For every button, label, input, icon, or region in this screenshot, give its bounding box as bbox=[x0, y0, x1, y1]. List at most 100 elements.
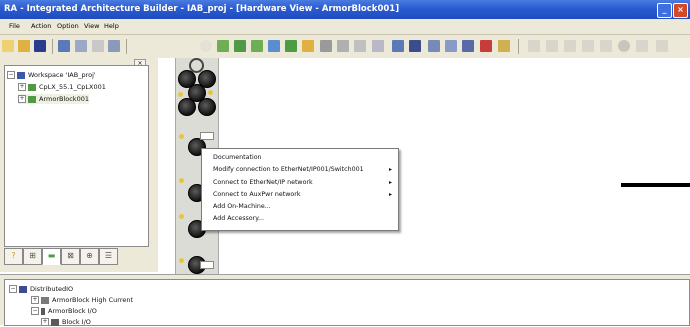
zoom-icon[interactable] bbox=[200, 40, 212, 52]
network-view-icon[interactable] bbox=[75, 40, 87, 52]
tab-help-icon[interactable]: ? bbox=[4, 248, 23, 265]
menu-bar: File Action Option View Help bbox=[0, 19, 690, 35]
tree-item-block-io[interactable]: + Block I/O bbox=[41, 317, 91, 327]
menu-item-add-on-machine[interactable]: Add On-Machine... bbox=[202, 202, 398, 212]
tree-item-controller[interactable]: + CpLX_55.1_CpLX001 bbox=[18, 82, 106, 92]
tree-item-label: ArmorBlock I/O bbox=[48, 307, 97, 315]
rectangle-icon[interactable] bbox=[564, 40, 576, 52]
submenu-arrow-icon: ▸ bbox=[388, 179, 392, 186]
tree-item-label: CpLX_55.1_CpLX001 bbox=[39, 83, 106, 91]
tab-logic-icon[interactable]: ⊕ bbox=[80, 248, 99, 265]
table-icon[interactable] bbox=[337, 40, 349, 52]
expand-icon[interactable]: + bbox=[18, 95, 26, 103]
label-slot bbox=[200, 261, 214, 269]
open-icon[interactable] bbox=[18, 40, 30, 52]
square-icon[interactable] bbox=[582, 40, 594, 52]
controller-icon bbox=[28, 83, 36, 91]
tree-item-distributed-io[interactable]: − DistributedIO bbox=[9, 284, 73, 294]
add-network-icon[interactable] bbox=[251, 40, 263, 52]
tab-hierarchy-icon[interactable]: ⊞ bbox=[23, 248, 42, 265]
image-icon[interactable] bbox=[636, 40, 648, 52]
annotation-line bbox=[621, 183, 690, 187]
menu-item-connect-ethernet[interactable]: Connect to EtherNet/IP network ▸ bbox=[202, 178, 398, 188]
menu-option[interactable]: Option bbox=[57, 22, 79, 30]
properties-icon[interactable] bbox=[445, 40, 457, 52]
collapse-icon[interactable]: − bbox=[9, 285, 17, 293]
context-menu: Documentation Modify connection to Ether… bbox=[201, 148, 399, 231]
menu-item-add-accessory[interactable]: Add Accessory... bbox=[202, 214, 398, 224]
menu-item-modify-connection[interactable]: Modify connection to EtherNet/IP001/Swit… bbox=[202, 165, 398, 175]
menu-item-connect-auxpwr[interactable]: Connect to AuxPwr network ▸ bbox=[202, 190, 398, 200]
report-icon[interactable] bbox=[108, 40, 120, 52]
close-button[interactable]: × bbox=[673, 3, 688, 18]
minimize-button[interactable]: _ bbox=[657, 3, 672, 18]
module-icon bbox=[41, 307, 45, 315]
ellipse-icon[interactable] bbox=[618, 40, 630, 52]
text-icon[interactable] bbox=[546, 40, 558, 52]
menu-item-documentation[interactable]: Documentation bbox=[202, 153, 398, 163]
menu-file[interactable]: File bbox=[9, 22, 20, 30]
tab-list-icon[interactable]: ☰ bbox=[99, 248, 118, 265]
menu-action[interactable]: Action bbox=[31, 22, 51, 30]
tab-network-icon[interactable]: ⊠ bbox=[61, 248, 80, 265]
add-module-icon[interactable] bbox=[217, 40, 229, 52]
menu-item-label: Connect to EtherNet/IP network bbox=[213, 179, 313, 186]
stop-icon[interactable] bbox=[480, 40, 492, 52]
menu-item-label: Documentation bbox=[213, 154, 262, 161]
list-icon[interactable] bbox=[92, 40, 104, 52]
tree-item-label: DistributedIO bbox=[30, 285, 74, 293]
frame-icon[interactable] bbox=[600, 40, 612, 52]
module-icon bbox=[51, 318, 59, 326]
expand-icon[interactable]: + bbox=[31, 296, 39, 304]
tree-item-label: ArmorBlock001 bbox=[39, 95, 89, 103]
tree-item-armorblock-io[interactable]: − ArmorBlock I/O bbox=[31, 306, 97, 316]
save-icon[interactable] bbox=[34, 40, 46, 52]
tree-item-armorblock[interactable]: + ArmorBlock001 bbox=[18, 94, 89, 104]
folder-icon bbox=[19, 285, 27, 293]
add-chassis-icon[interactable] bbox=[234, 40, 246, 52]
validate-icon[interactable] bbox=[462, 40, 474, 52]
window-title: RA - Integrated Architecture Builder - I… bbox=[4, 4, 400, 14]
status-led bbox=[179, 214, 184, 219]
connector-icon[interactable] bbox=[198, 98, 216, 116]
collapse-icon[interactable]: − bbox=[7, 71, 15, 79]
help-icon[interactable] bbox=[498, 40, 510, 52]
workspace-tree: − Workspace 'IAB_proj' + CpLX_55.1_CpLX0… bbox=[4, 65, 149, 247]
export-icon[interactable] bbox=[409, 40, 421, 52]
device-icon[interactable] bbox=[285, 40, 297, 52]
power-icon[interactable] bbox=[302, 40, 314, 52]
submenu-arrow-icon: ▸ bbox=[388, 191, 392, 198]
tab-hardware-icon[interactable]: ▬ bbox=[42, 248, 61, 265]
hardware-view-icon[interactable] bbox=[58, 40, 70, 52]
align-icon[interactable] bbox=[372, 40, 384, 52]
status-led bbox=[179, 178, 184, 183]
menu-item-label: Connect to AuxPwr network bbox=[213, 191, 301, 198]
bom-icon[interactable] bbox=[428, 40, 440, 52]
menu-item-label: Add On-Machine... bbox=[213, 203, 271, 210]
module-icon bbox=[41, 296, 49, 304]
menu-item-label: Modify connection to EtherNet/IP001/Swit… bbox=[213, 166, 364, 173]
expand-icon[interactable]: + bbox=[41, 318, 49, 326]
toolbar bbox=[0, 35, 690, 88]
toolbar-separator bbox=[52, 39, 53, 54]
submenu-arrow-icon: ▸ bbox=[388, 166, 392, 173]
monitor-icon[interactable] bbox=[392, 40, 404, 52]
toolbar-separator bbox=[518, 39, 519, 54]
collapse-icon[interactable]: − bbox=[31, 307, 39, 315]
menu-help[interactable]: Help bbox=[104, 22, 119, 30]
title-bar: RA - Integrated Architecture Builder - I… bbox=[0, 0, 690, 19]
connect-icon[interactable] bbox=[268, 40, 280, 52]
tree-item-armorblock-high-current[interactable]: + ArmorBlock High Current bbox=[31, 295, 133, 305]
workspace-icon bbox=[17, 71, 25, 79]
tree-item-label: Workspace 'IAB_proj' bbox=[28, 71, 96, 79]
line-icon[interactable] bbox=[656, 40, 668, 52]
armorblock-icon bbox=[28, 95, 36, 103]
tree-item-workspace[interactable]: − Workspace 'IAB_proj' bbox=[7, 70, 96, 80]
menu-view[interactable]: View bbox=[84, 22, 99, 30]
new-icon[interactable] bbox=[2, 40, 14, 52]
print-icon[interactable] bbox=[528, 40, 540, 52]
expand-icon[interactable]: + bbox=[18, 83, 26, 91]
connector-icon[interactable] bbox=[178, 98, 196, 116]
layout-icon[interactable] bbox=[354, 40, 366, 52]
grid-icon[interactable] bbox=[320, 40, 332, 52]
